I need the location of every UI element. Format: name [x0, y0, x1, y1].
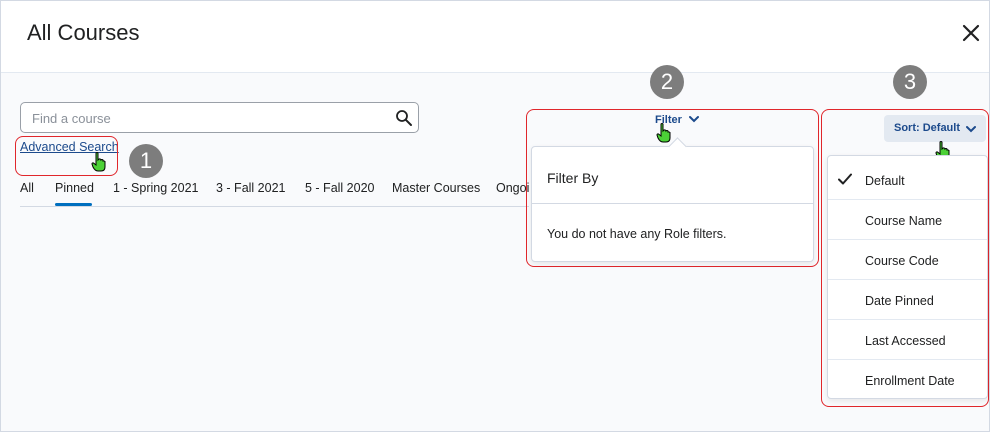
tab-master-courses[interactable]: Master Courses — [392, 181, 480, 195]
sort-button[interactable]: Sort: Default — [884, 115, 986, 142]
sort-option-label: Course Code — [865, 254, 939, 268]
dialog-title: All Courses — [27, 20, 140, 45]
dialog: All Courses Advanced Search 1 All Pinned… — [0, 0, 990, 432]
close-button[interactable] — [959, 21, 983, 45]
sort-option-course-code[interactable]: Course Code — [828, 239, 987, 280]
callout-badge-3: 3 — [893, 65, 927, 99]
sort-dropdown-menu: Default Course Name Course Code Date Pin… — [827, 155, 988, 399]
sort-option-label: Course Name — [865, 214, 943, 228]
filter-panel-title: Filter By — [547, 170, 599, 186]
sort-option-last-accessed[interactable]: Last Accessed — [828, 319, 987, 360]
sort-button-label: Sort: Default — [894, 122, 960, 134]
sort-option-label: Date Pinned — [865, 294, 934, 308]
sort-option-enrollment-date[interactable]: Enrollment Date — [828, 359, 987, 399]
callout-badge-2: 2 — [650, 65, 684, 99]
search-icon — [396, 110, 412, 126]
sort-option-label: Default — [865, 174, 905, 188]
search-button[interactable] — [395, 109, 413, 127]
tab-spring-2021[interactable]: 1 - Spring 2021 — [113, 181, 198, 195]
tab-ongoing[interactable]: Ongoi — [496, 181, 529, 195]
divider — [532, 203, 813, 204]
tab-fall-2020[interactable]: 5 - Fall 2020 — [305, 181, 374, 195]
sort-option-default[interactable]: Default — [828, 159, 987, 200]
search-input[interactable] — [32, 109, 382, 127]
tab-fall-2021[interactable]: 3 - Fall 2021 — [216, 181, 285, 195]
hand-cursor-icon — [656, 123, 671, 143]
hand-cursor-icon — [91, 152, 106, 172]
close-icon — [962, 24, 980, 42]
sort-option-label: Enrollment Date — [865, 374, 955, 388]
sort-option-course-name[interactable]: Course Name — [828, 199, 987, 240]
sort-option-label: Last Accessed — [865, 334, 946, 348]
chevron-down-icon — [688, 116, 699, 123]
sort-option-date-pinned[interactable]: Date Pinned — [828, 279, 987, 320]
tab-pinned[interactable]: Pinned — [55, 181, 94, 195]
tabs-divider — [20, 206, 529, 207]
tab-all[interactable]: All — [20, 181, 34, 195]
chevron-down-icon — [966, 126, 976, 133]
dialog-header: All Courses — [1, 1, 989, 73]
filter-dropdown: Filter By You do not have any Role filte… — [531, 137, 814, 262]
filter-empty-message: You do not have any Role filters. — [547, 227, 727, 241]
active-tab-indicator — [55, 203, 92, 206]
course-search — [20, 102, 419, 133]
checkmark-icon — [838, 173, 852, 185]
callout-badge-1: 1 — [129, 144, 163, 178]
